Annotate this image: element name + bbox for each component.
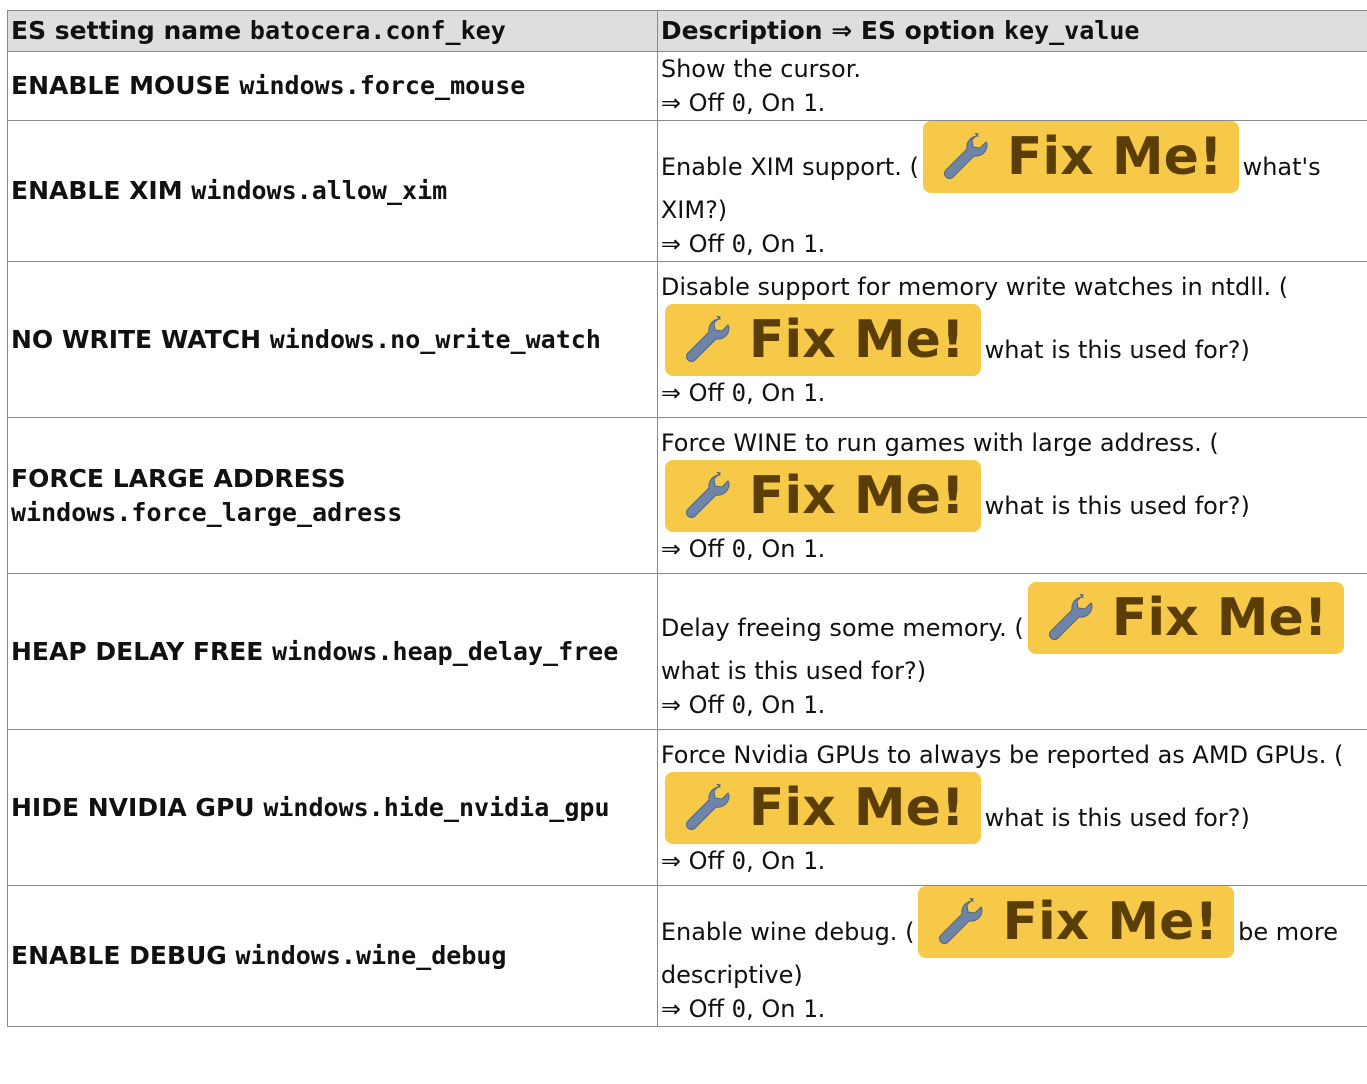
setting-cell: HIDE NVIDIA GPU windows.hide_nvidia_gpu bbox=[8, 730, 658, 886]
setting-name: HEAP DELAY FREE bbox=[11, 637, 263, 666]
off-value: 0 bbox=[732, 995, 746, 1023]
option-values: ⇒ Off 0, On 1. bbox=[661, 847, 825, 875]
description-cell: Force WINE to run games with large addre… bbox=[657, 418, 1367, 574]
description-text: Force WINE to run games with large addre… bbox=[661, 429, 1219, 457]
off-value: 0 bbox=[732, 847, 746, 875]
setting-name: HIDE NVIDIA GPU bbox=[11, 793, 255, 822]
wrench-icon bbox=[679, 472, 737, 520]
option-values: ⇒ Off 0, On 1. bbox=[661, 691, 825, 719]
fixme-badge: Fix Me! bbox=[1028, 582, 1344, 654]
description-cell: Enable wine debug. (Fix Me!be more descr… bbox=[657, 886, 1367, 1027]
fixme-label: Fix Me! bbox=[749, 460, 965, 532]
table-row-6: HIDE NVIDIA GPU windows.hide_nvidia_gpu … bbox=[8, 730, 1367, 886]
description-text: Show the cursor. bbox=[661, 55, 861, 83]
on-value: 1 bbox=[803, 995, 817, 1023]
option-values: ⇒ Off 0, On 1. bbox=[661, 89, 825, 117]
table-row-4: FORCE LARGE ADDRESS windows.force_large_… bbox=[8, 418, 1367, 574]
wrench-icon bbox=[679, 784, 737, 832]
header-setting-name: ES setting name batocera.conf_key bbox=[8, 11, 658, 52]
conf-key: windows.allow_xim bbox=[191, 176, 447, 205]
fixme-badge: Fix Me! bbox=[918, 886, 1234, 958]
conf-key: windows.hide_nvidia_gpu bbox=[263, 793, 609, 822]
table-row-7: ENABLE DEBUG windows.wine_debug Enable w… bbox=[8, 886, 1367, 1027]
on-value: 1 bbox=[803, 691, 817, 719]
fixme-badge: Fix Me! bbox=[665, 304, 981, 376]
off-value: 0 bbox=[732, 89, 746, 117]
fixme-label: Fix Me! bbox=[1112, 582, 1328, 654]
description-text: Delay freeing some memory. ( bbox=[661, 614, 1024, 642]
description-cell: Force Nvidia GPUs to always be reported … bbox=[657, 730, 1367, 886]
setting-name: ENABLE DEBUG bbox=[11, 941, 227, 970]
header-description: Description ⇒ ES option key_value bbox=[657, 11, 1367, 52]
conf-key: windows.no_write_watch bbox=[270, 325, 601, 354]
off-value: 0 bbox=[732, 379, 746, 407]
description-text: Enable XIM support. ( bbox=[661, 153, 919, 181]
fixme-note: what is this used for?) bbox=[985, 336, 1250, 364]
fixme-note: what is this used for?) bbox=[985, 804, 1250, 832]
setting-cell: ENABLE MOUSE windows.force_mouse bbox=[8, 52, 658, 121]
fixme-label: Fix Me! bbox=[1002, 886, 1218, 958]
setting-name: ENABLE XIM bbox=[11, 176, 183, 205]
option-values: ⇒ Off 0, On 1. bbox=[661, 230, 825, 258]
fixme-note: what is this used for?) bbox=[661, 657, 926, 685]
on-value: 1 bbox=[803, 847, 817, 875]
wrench-icon bbox=[679, 316, 737, 364]
header-conf-key: batocera.conf_key bbox=[250, 16, 506, 45]
setting-cell: ENABLE DEBUG windows.wine_debug bbox=[8, 886, 658, 1027]
option-values: ⇒ Off 0, On 1. bbox=[661, 535, 825, 563]
setting-cell: NO WRITE WATCH windows.no_write_watch bbox=[8, 262, 658, 418]
fixme-label: Fix Me! bbox=[749, 304, 965, 376]
description-text: Enable wine debug. ( bbox=[661, 918, 915, 946]
fixme-badge: Fix Me! bbox=[665, 772, 981, 844]
header-row: ES setting name batocera.conf_key Descri… bbox=[8, 11, 1367, 52]
on-value: 1 bbox=[803, 379, 817, 407]
setting-name: FORCE LARGE ADDRESS bbox=[11, 464, 346, 493]
description-cell: Show the cursor. ⇒ Off 0, On 1. bbox=[657, 52, 1367, 121]
fixme-label: Fix Me! bbox=[1007, 121, 1223, 193]
table-row-2: ENABLE XIM windows.allow_xim Enable XIM … bbox=[8, 121, 1367, 262]
conf-key: windows.force_mouse bbox=[239, 71, 525, 100]
option-values: ⇒ Off 0, On 1. bbox=[661, 995, 825, 1023]
description-cell: Enable XIM support. (Fix Me!what's XIM?)… bbox=[657, 121, 1367, 262]
table-row-5: HEAP DELAY FREE windows.heap_delay_free … bbox=[8, 574, 1367, 730]
conf-key: windows.force_large_adress bbox=[11, 498, 402, 527]
header-key-value: key_value bbox=[1004, 16, 1139, 45]
off-value: 0 bbox=[732, 691, 746, 719]
on-value: 1 bbox=[803, 535, 817, 563]
fixme-label: Fix Me! bbox=[749, 772, 965, 844]
wrench-icon bbox=[932, 898, 990, 946]
fixme-note: what is this used for?) bbox=[985, 492, 1250, 520]
description-cell: Disable support for memory write watches… bbox=[657, 262, 1367, 418]
off-value: 0 bbox=[732, 230, 746, 258]
conf-key: windows.wine_debug bbox=[236, 941, 507, 970]
setting-cell: ENABLE XIM windows.allow_xim bbox=[8, 121, 658, 262]
setting-name: NO WRITE WATCH bbox=[11, 325, 261, 354]
table-row-1: ENABLE MOUSE windows.force_mouse Show th… bbox=[8, 52, 1367, 121]
fixme-badge: Fix Me! bbox=[923, 121, 1239, 193]
on-value: 1 bbox=[803, 230, 817, 258]
fixme-badge: Fix Me! bbox=[665, 460, 981, 532]
conf-key: windows.heap_delay_free bbox=[272, 637, 618, 666]
wrench-icon bbox=[1042, 594, 1100, 642]
on-value: 1 bbox=[803, 89, 817, 117]
description-cell: Delay freeing some memory. ( Fix Me! what … bbox=[657, 574, 1367, 730]
table-row-3: NO WRITE WATCH windows.no_write_watch Di… bbox=[8, 262, 1367, 418]
description-text: Force Nvidia GPUs to always be reported … bbox=[661, 741, 1344, 769]
wrench-icon bbox=[937, 133, 995, 181]
option-values: ⇒ Off 0, On 1. bbox=[661, 379, 825, 407]
settings-table: ES setting name batocera.conf_key Descri… bbox=[7, 10, 1367, 1027]
description-text: Disable support for memory write watches… bbox=[661, 273, 1288, 301]
setting-name: ENABLE MOUSE bbox=[11, 71, 231, 100]
setting-cell: FORCE LARGE ADDRESS windows.force_large_… bbox=[8, 418, 658, 574]
setting-cell: HEAP DELAY FREE windows.heap_delay_free bbox=[8, 574, 658, 730]
off-value: 0 bbox=[732, 535, 746, 563]
